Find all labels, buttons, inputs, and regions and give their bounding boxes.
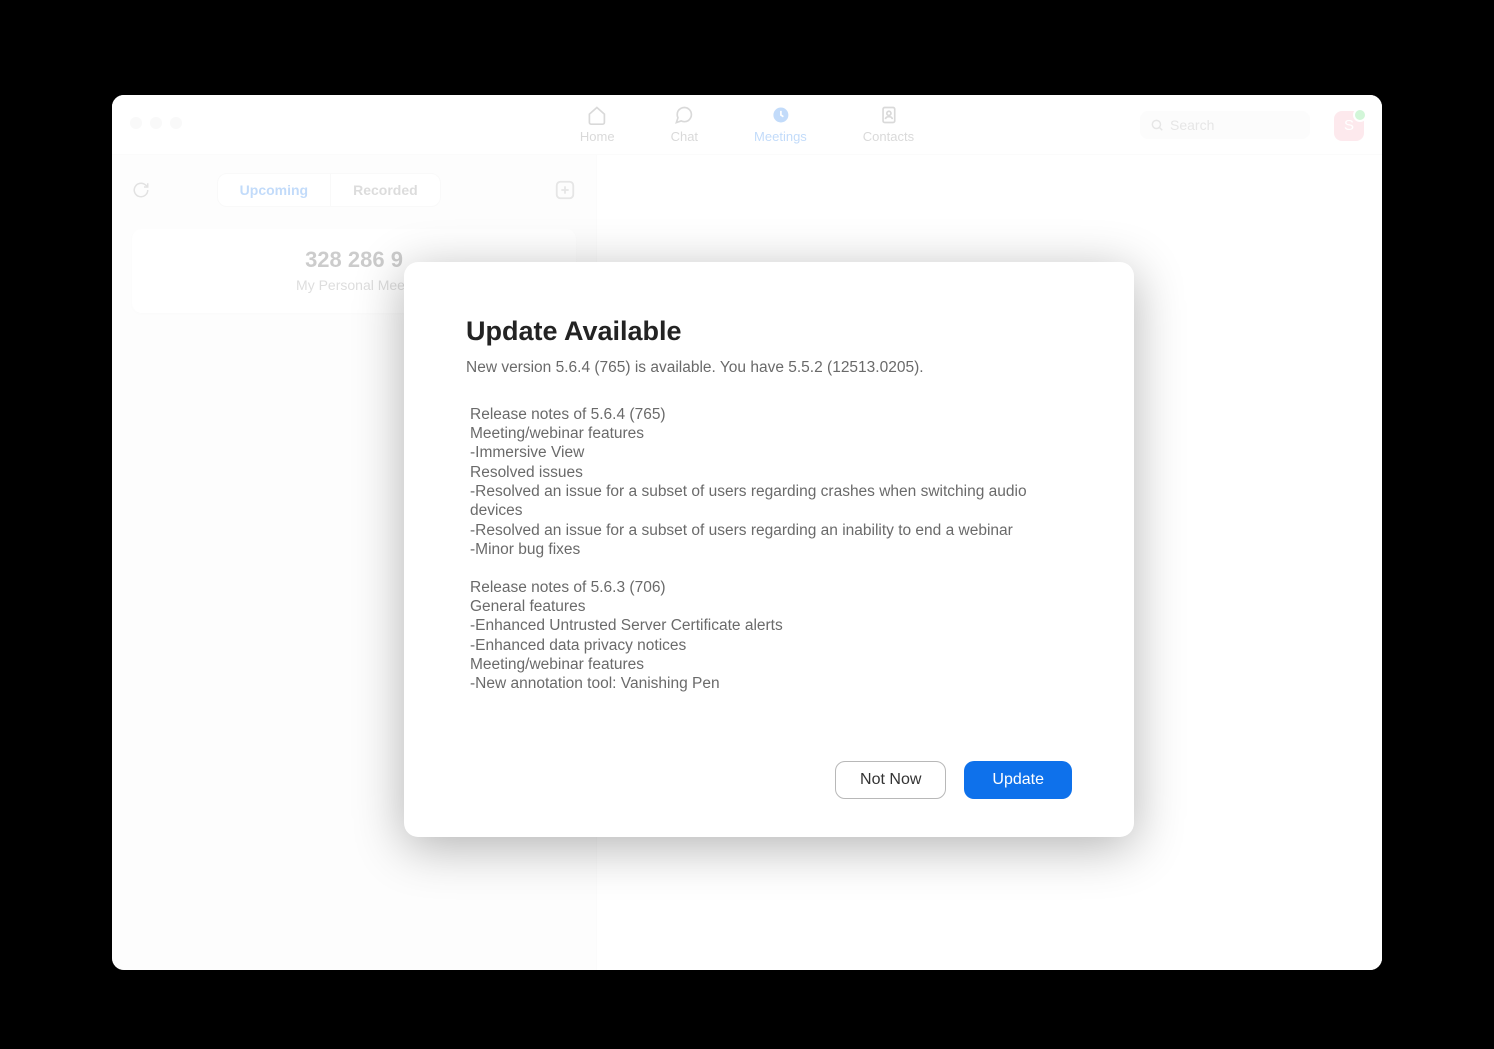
release-note-line: -Enhanced Untrusted Server Certificate a… (470, 616, 1052, 635)
release-note-line: General features (470, 597, 1052, 616)
release-note-line: Meeting/webinar features (470, 424, 1052, 443)
update-modal: Update Available New version 5.6.4 (765)… (404, 262, 1134, 837)
release-note-line: Meeting/webinar features (470, 655, 1052, 674)
release-note-line: -Resolved an issue for a subset of users… (470, 521, 1052, 540)
app-window: Home Chat Meetings Contacts (112, 95, 1382, 970)
release-note-line: -Minor bug fixes (470, 540, 1052, 559)
modal-actions: Not Now Update (466, 761, 1072, 799)
release-note-line: -Resolved an issue for a subset of users… (470, 482, 1052, 521)
release-notes-scroll[interactable]: Release notes of 5.6.4 (765)Meeting/webi… (466, 405, 1072, 727)
release-note-line: Resolved issues (470, 463, 1052, 482)
release-note-line: -New annotation tool: Vanishing Pen (470, 674, 1052, 693)
release-note-line: -Immersive View (470, 443, 1052, 462)
update-button[interactable]: Update (964, 761, 1072, 799)
not-now-button[interactable]: Not Now (835, 761, 946, 799)
release-notes-container: Release notes of 5.6.4 (765)Meeting/webi… (466, 405, 1072, 727)
modal-subtitle: New version 5.6.4 (765) is available. Yo… (466, 359, 1072, 377)
release-note-spacer (470, 560, 1052, 578)
release-note-line: Release notes of 5.6.3 (706) (470, 578, 1052, 597)
modal-title: Update Available (466, 316, 1072, 347)
release-note-line: Release notes of 5.6.4 (765) (470, 405, 1052, 424)
release-note-line: -Enhanced data privacy notices (470, 636, 1052, 655)
